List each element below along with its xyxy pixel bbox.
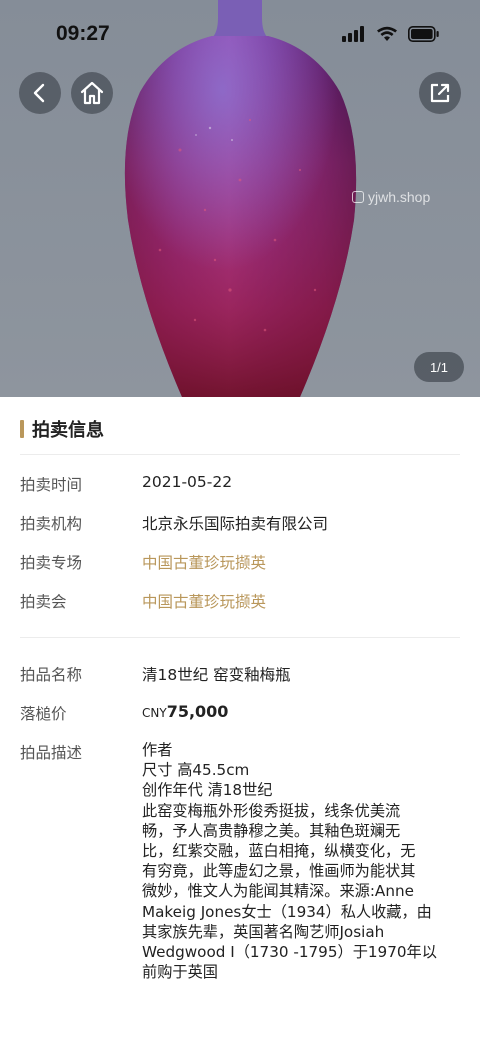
section-accent-bar [20,420,24,438]
desc-line: 微妙，惟文人为能闻其精深。来源:Anne [142,882,414,901]
auction-house-label: 拍卖机构 [20,515,83,533]
hammer-price-value: CNY75,000 [142,702,228,721]
price-amount: 75,000 [166,702,229,721]
desc-line: 创作年代 清18世纪 [142,781,273,800]
section-header: 拍卖信息 [20,416,104,442]
desc-line: 比，红紫交融，蓝白相掩，纵横变化，无 [142,842,416,861]
wifi-icon [377,26,397,41]
desc-line: 有穷竟，此等虚幻之景，惟画师为能状其 [142,862,416,881]
back-button[interactable] [19,72,61,114]
share-icon [430,83,450,103]
watermark: yjwh.shop [352,189,430,205]
lot-name-label: 拍品名称 [20,666,83,684]
auction-session-link[interactable]: 中国古董珍玩撷英 [142,551,266,573]
desc-line: 此窑变梅瓶外形俊秀挺拔，线条优美流 [142,801,401,820]
status-time: 09:27 [56,22,110,45]
battery-icon [408,26,439,42]
home-button[interactable] [71,72,113,114]
auction-event-label: 拍卖会 [20,593,67,611]
auction-event-link[interactable]: 中国古董珍玩撷英 [142,590,266,612]
desc-line: 畅，予人高贵静穆之美。其釉色斑斓无 [142,821,401,840]
desc-line: 作者 [142,741,173,759]
desc-line: Makeig Jones女士（1934）私人收藏，由 [142,902,432,921]
status-bar: 09:27 [0,0,480,70]
image-counter: 1/1 [414,352,464,382]
desc-line: 其家族先辈，英国著名陶艺师Josiah [142,922,385,941]
chevron-left-icon [33,83,45,103]
watermark-text: yjwh.shop [368,189,431,205]
share-button[interactable] [419,72,461,114]
product-image-carousel[interactable]: 09:27 yjwh.shop 1/1 [0,0,480,397]
lot-name-value: 清18世纪 窑变釉梅瓶 [142,666,291,684]
signal-icon [342,26,364,42]
auction-session-label: 拍卖专场 [20,554,83,572]
lot-description-text: 作者 尺寸 高45.5cm 创作年代 清18世纪 此窑变梅瓶外形俊秀挺拔，线条优… [142,740,450,982]
watermark-logo-icon [352,191,364,203]
desc-line: 前购于英国 [142,963,218,982]
divider [20,637,460,638]
lot-description-label: 拍品描述 [20,744,83,762]
auction-house-value: 北京永乐国际拍卖有限公司 [142,515,329,533]
hammer-price-label: 落槌价 [20,705,67,723]
home-icon [80,81,104,105]
auction-time-value: 2021-05-22 [142,473,233,491]
price-currency: CNY [142,706,167,720]
status-icons [342,26,440,42]
auction-time-label: 拍卖时间 [20,476,83,494]
divider [20,454,460,455]
desc-line: 尺寸 高45.5cm [142,761,250,780]
section-title: 拍卖信息 [32,420,104,441]
desc-line: Wedgwood I（1730 -1795）于1970年以 [142,943,437,962]
